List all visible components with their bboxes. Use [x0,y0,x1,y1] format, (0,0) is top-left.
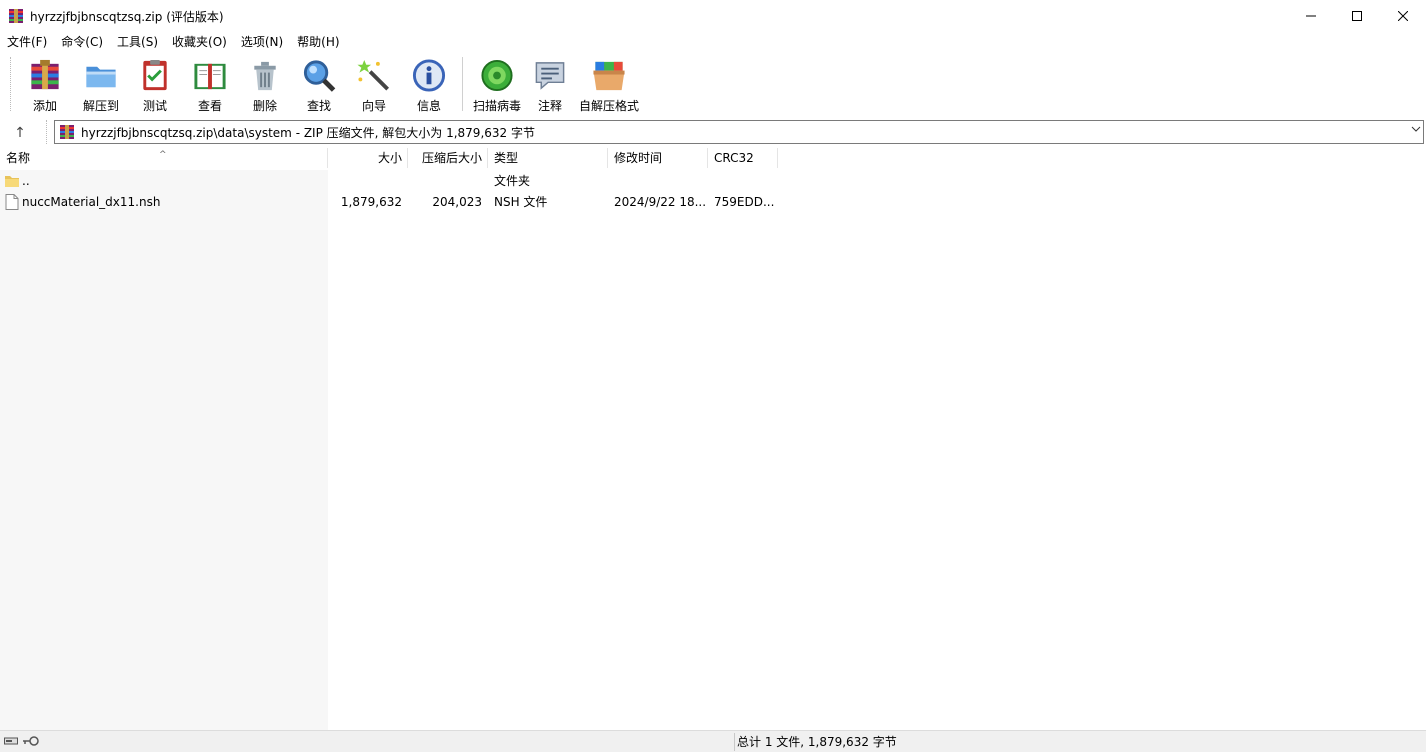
table-row[interactable]: nuccMaterial_dx11.nsh 1,879,632 204,023 … [0,192,1426,213]
minimize-icon [1306,15,1316,17]
menu-file[interactable]: 文件(F) [0,32,54,52]
menu-favorites[interactable]: 收藏夹(O) [165,32,234,52]
info-icon [412,59,446,92]
file-icon [5,194,21,215]
status-summary: 总计 1 文件, 1,879,632 字节 [737,735,897,749]
window-title: hyrzzjfbjbnscqtzsq.zip (评估版本) [30,9,224,24]
drive-icon[interactable] [4,735,20,747]
up-arrow-icon: ↑ [14,125,26,141]
file-packed-size [408,171,482,192]
column-header-modified[interactable]: 修改时间 [608,146,708,170]
menu-bar: 文件(F) 命令(C) 工具(S) 收藏夹(O) 选项(N) 帮助(H) [0,32,347,52]
file-crc32: 759EDD... [714,195,775,209]
winrar-app-icon[interactable] [8,8,24,24]
close-icon [1398,11,1408,21]
up-folder-button[interactable]: ↑ [8,122,32,144]
virus-scan-button[interactable]: 扫描病毒 [468,54,526,114]
comment-icon [535,62,565,90]
column-header-packed[interactable]: 压缩后大小 [408,146,488,170]
info-button[interactable]: 信息 [401,54,457,114]
file-list: 名称 ^ 大小 压缩后大小 类型 修改时间 CRC32 .. 文件夹 nuccM… [0,146,1426,730]
delete-label: 删除 [252,99,277,113]
minimize-button[interactable] [1288,0,1334,32]
column-headers: 名称 ^ 大小 压缩后大小 类型 修改时间 CRC32 [0,146,1426,170]
sort-ascending-icon: ^ [159,150,167,160]
column-header-name[interactable]: 名称 ^ [0,146,328,170]
view-book-icon [194,63,226,90]
test-label: 测试 [142,99,167,113]
test-icon [143,59,167,91]
archive-icon [60,125,74,139]
address-row: ↑ hyrzzjfbjbnscqtzsq.zip\data\system - Z… [0,118,1426,146]
virus-scan-label: 扫描病毒 [472,99,521,113]
status-divider [734,733,735,751]
wizard-label: 向导 [361,99,386,113]
status-icons [4,735,40,747]
column-divider[interactable] [777,148,778,168]
find-magnifier-icon [303,60,336,92]
column-header-type[interactable]: 类型 [488,146,608,170]
find-button[interactable]: 查找 [291,54,347,114]
extract-to-label: 解压到 [82,99,119,113]
status-bar: 总计 1 文件, 1,879,632 字节 [0,730,1426,752]
toolbar: 添加 解压到 测试 查看 删除 查找 向导 信息 扫描病毒 注释 自解压格式 [0,54,1426,116]
folder-icon [4,173,22,194]
name-column-background [0,170,328,730]
maximize-icon [1352,11,1362,21]
column-header-size[interactable]: 大小 [328,146,408,170]
view-label: 查看 [197,99,222,113]
file-size [328,171,402,192]
menu-help[interactable]: 帮助(H) [290,32,346,52]
toolbar-separator [462,57,463,111]
file-modified: 2024/9/22 18... [614,195,706,209]
virus-scan-icon [481,59,513,92]
test-button[interactable]: 测试 [129,54,181,114]
add-button[interactable]: 添加 [17,54,73,114]
find-label: 查找 [306,99,331,113]
close-button[interactable] [1380,0,1426,32]
file-name: nuccMaterial_dx11.nsh [22,195,161,209]
sfx-box-icon [593,61,625,91]
address-path: hyrzzjfbjbnscqtzsq.zip\data\system - ZIP… [81,125,535,140]
wizard-wand-icon [357,59,389,91]
column-header-crc32[interactable]: CRC32 [708,146,778,170]
file-packed-size: 204,023 [432,195,482,209]
delete-button[interactable]: 删除 [239,54,291,114]
menu-tools[interactable]: 工具(S) [110,32,165,52]
address-grip [46,120,49,144]
menu-options[interactable]: 选项(N) [234,32,290,52]
sfx-button[interactable]: 自解压格式 [574,54,644,114]
file-size: 1,879,632 [340,195,402,209]
file-crc32 [714,171,776,192]
add-label: 添加 [32,99,57,113]
address-bar[interactable]: hyrzzjfbjbnscqtzsq.zip\data\system - ZIP… [54,120,1424,144]
window-controls [1288,0,1426,32]
file-name: .. [22,174,30,188]
toolbar-grip[interactable] [10,57,13,111]
comment-button[interactable]: 注释 [526,54,574,114]
extract-to-icon [86,66,116,88]
add-archive-icon [31,59,59,90]
sfx-label: 自解压格式 [578,99,639,113]
delete-trash-icon [254,61,276,91]
menu-commands[interactable]: 命令(C) [54,32,110,52]
title-bar: hyrzzjfbjbnscqtzsq.zip (评估版本) [0,0,1426,32]
view-button[interactable]: 查看 [181,54,239,114]
extract-to-button[interactable]: 解压到 [73,54,129,114]
table-row[interactable]: .. 文件夹 [0,171,1426,192]
maximize-button[interactable] [1334,0,1380,32]
chevron-down-icon[interactable] [1411,124,1421,137]
wizard-button[interactable]: 向导 [347,54,401,114]
info-label: 信息 [416,99,441,113]
file-type: NSH 文件 [494,195,548,209]
file-modified [614,171,706,192]
comment-label: 注释 [537,99,562,113]
key-icon[interactable] [22,735,40,747]
file-type: 文件夹 [494,174,531,188]
